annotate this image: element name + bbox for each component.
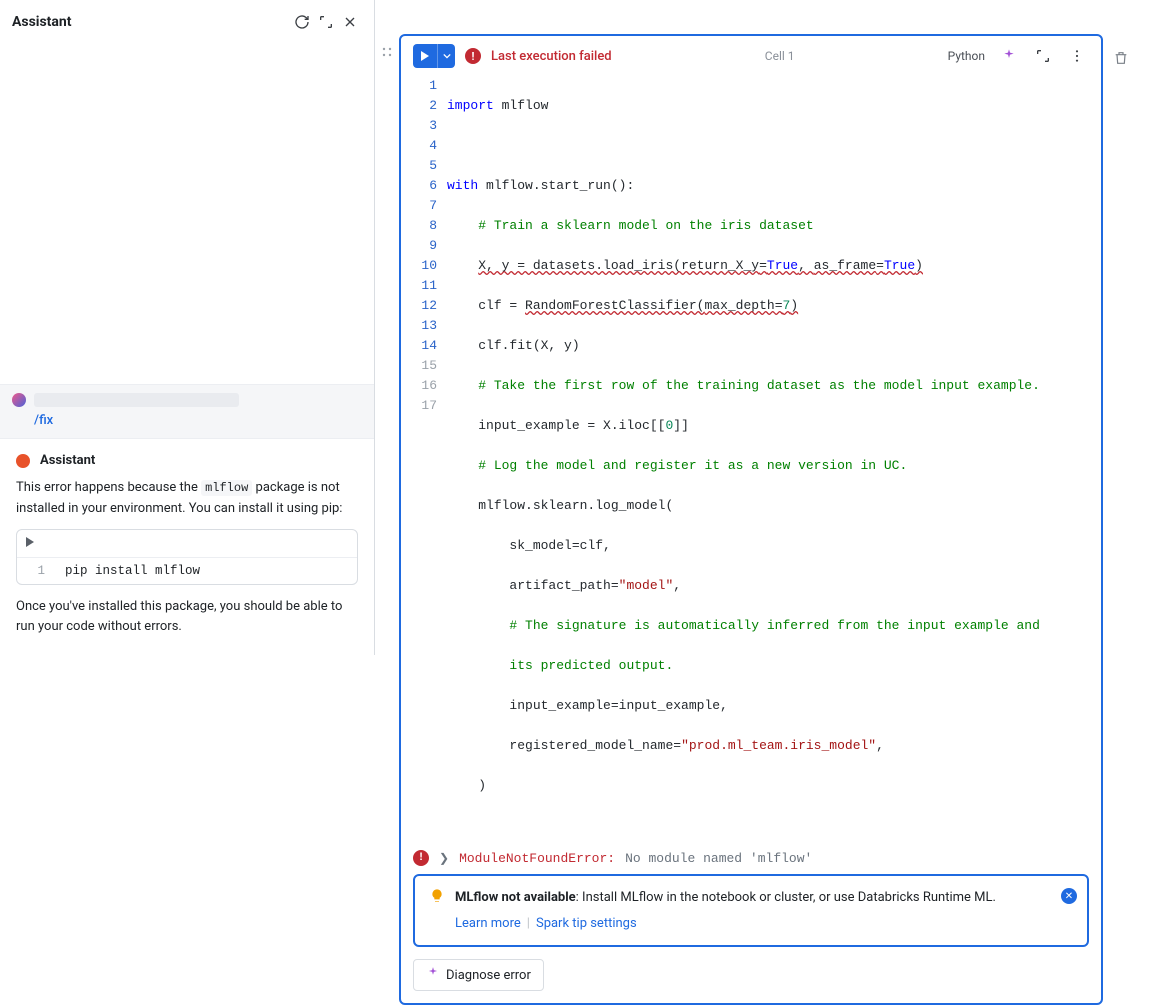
assistant-title: Assistant xyxy=(12,14,290,30)
hint-text: MLflow not available: Install MLflow in … xyxy=(455,888,1073,908)
error-badge-icon: ! xyxy=(465,48,481,64)
user-name-redacted xyxy=(34,393,239,407)
error-message: No module named 'mlflow' xyxy=(625,851,812,866)
code-line: pip install mlflow xyxy=(65,564,200,578)
chat-body: /fix Assistant This error happens becaus… xyxy=(0,42,374,655)
notebook-area: ! Last execution failed Cell 1 Python 1 … xyxy=(375,0,1149,655)
user-message: /fix xyxy=(0,384,374,439)
hint-links: Learn more|Spark tip settings xyxy=(455,914,1073,934)
assistant-para-2: Once you've installed this package, you … xyxy=(16,597,358,637)
run-dropdown-icon[interactable] xyxy=(437,44,455,68)
user-avatar xyxy=(12,393,26,407)
code-editor[interactable]: 1 2 3 4 5 6 7 8 9 10 11 12 13 14 15 16 1… xyxy=(401,74,1101,840)
cell-label: Cell 1 xyxy=(765,49,795,63)
play-icon[interactable] xyxy=(25,536,35,551)
expand-icon[interactable] xyxy=(314,10,338,34)
error-type: ModuleNotFoundError: xyxy=(459,851,615,866)
close-icon[interactable] xyxy=(338,10,362,34)
expand-cell-icon[interactable] xyxy=(1031,44,1055,68)
chevron-right-icon[interactable]: ❯ xyxy=(439,851,449,866)
cell-toolbar: ! Last execution failed Cell 1 Python xyxy=(401,36,1101,74)
assistant-name: Assistant xyxy=(40,453,95,468)
inline-code-mlflow: mlflow xyxy=(201,480,252,496)
lightbulb-icon xyxy=(429,888,445,933)
gutter: 1 2 3 4 5 6 7 8 9 10 11 12 13 14 15 16 1… xyxy=(401,76,447,836)
code-cell: ! Last execution failed Cell 1 Python 1 … xyxy=(399,34,1103,1005)
assistant-header: Assistant xyxy=(0,0,374,42)
assistant-message: Assistant This error happens because the… xyxy=(0,439,374,655)
run-button[interactable] xyxy=(413,44,455,68)
learn-more-link[interactable]: Learn more xyxy=(455,916,521,931)
assistant-avatar xyxy=(16,454,30,468)
hint-box: MLflow not available: Install MLflow in … xyxy=(413,874,1089,947)
spark-tip-link[interactable]: Spark tip settings xyxy=(536,916,637,931)
drag-handle-icon[interactable] xyxy=(381,46,393,62)
sparkle-icon[interactable] xyxy=(997,44,1021,68)
assistant-panel: Assistant /fix Assistant This error xyxy=(0,0,375,655)
sparkle-icon xyxy=(426,966,440,984)
language-selector[interactable]: Python xyxy=(948,49,985,63)
error-icon: ! xyxy=(413,850,429,866)
error-line: ! ❯ ModuleNotFoundError: No module named… xyxy=(413,846,1089,874)
assistant-para-1: This error happens because the mlflow pa… xyxy=(16,478,358,518)
kebab-menu-icon[interactable] xyxy=(1065,44,1089,68)
trash-icon[interactable] xyxy=(1109,46,1133,70)
line-number: 1 xyxy=(17,564,65,578)
code-content[interactable]: import mlflow with mlflow.start_run(): #… xyxy=(447,76,1101,836)
execution-status: Last execution failed xyxy=(491,49,612,64)
refresh-icon[interactable] xyxy=(290,10,314,34)
code-suggestion-card: 1pip install mlflow xyxy=(16,529,358,585)
close-hint-icon[interactable]: ✕ xyxy=(1061,888,1077,904)
diagnose-button[interactable]: Diagnose error xyxy=(413,959,544,991)
cell-output: ! ❯ ModuleNotFoundError: No module named… xyxy=(401,840,1101,1003)
slash-command: /fix xyxy=(34,413,362,428)
